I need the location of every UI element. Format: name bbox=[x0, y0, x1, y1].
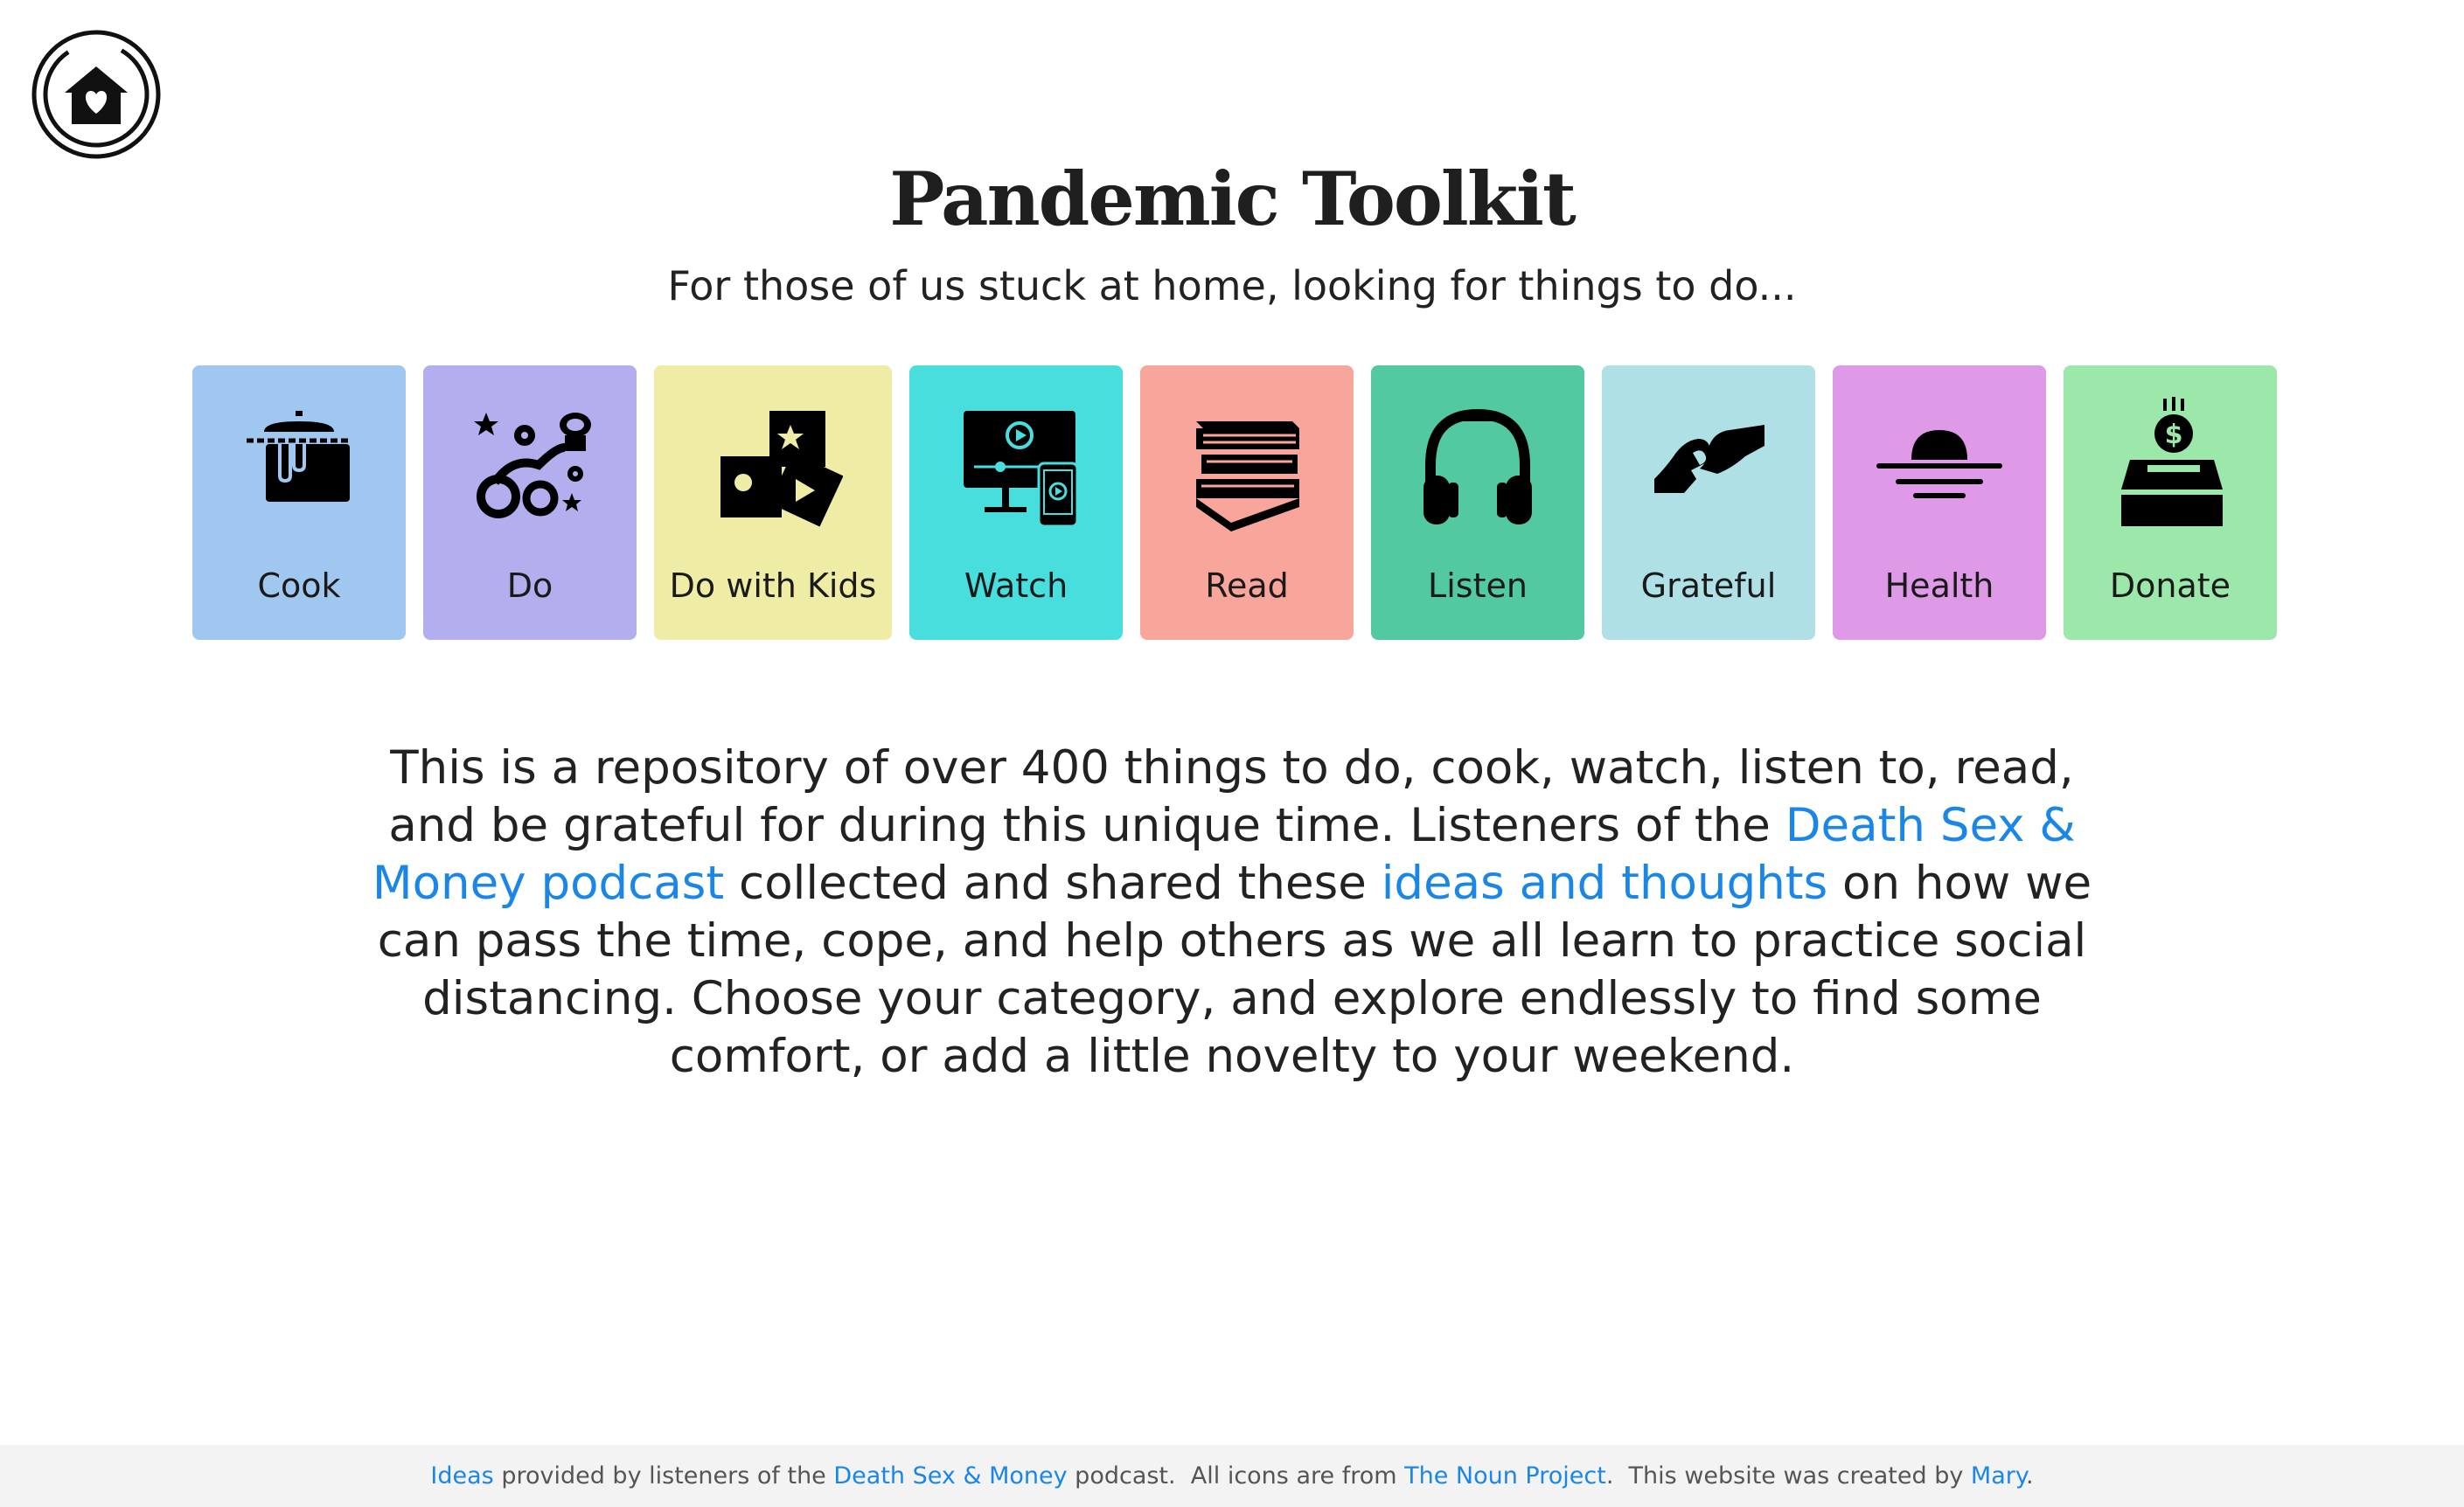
kids-blocks-icon bbox=[720, 411, 843, 527]
category-tile-health[interactable]: Health bbox=[1833, 365, 2046, 640]
donation-box-icon: $ bbox=[2121, 397, 2223, 526]
svg-text:$: $ bbox=[2165, 420, 2183, 450]
page: Pandemic Toolkit For those of us stuck a… bbox=[0, 0, 2464, 1507]
tile-label: Read bbox=[1205, 566, 1289, 605]
footer-noun-project-link[interactable]: The Noun Project bbox=[1404, 1462, 1606, 1490]
home-heart-icon[interactable] bbox=[30, 28, 163, 161]
category-tile-listen[interactable]: Listen bbox=[1371, 365, 1584, 640]
book-stack-icon bbox=[1196, 421, 1299, 531]
footer-text: provided by listeners of the bbox=[493, 1462, 834, 1490]
footer-ideas-link[interactable]: Ideas bbox=[430, 1462, 493, 1490]
activities-icon bbox=[474, 413, 591, 518]
footer-mary-link[interactable]: Mary bbox=[1971, 1462, 2026, 1490]
intro-paragraph: This is a repository of over 400 things … bbox=[367, 740, 2097, 1086]
tile-label: Listen bbox=[1428, 566, 1528, 605]
footer-text: . bbox=[2025, 1462, 2034, 1490]
tile-label: Grateful bbox=[1640, 566, 1777, 605]
tile-label: Cook bbox=[257, 566, 341, 605]
page-subtitle: For those of us stuck at home, looking f… bbox=[667, 262, 1797, 309]
headphones-icon bbox=[1423, 408, 1532, 524]
tile-label: Health bbox=[1884, 566, 1994, 605]
footer: Ideas provided by listeners of the Death… bbox=[0, 1445, 2464, 1507]
category-tile-do-with-kids[interactable]: Do with Kids bbox=[654, 365, 892, 640]
heart-hands-icon bbox=[1654, 425, 1764, 493]
ideas-and-thoughts-link[interactable]: ideas and thoughts bbox=[1382, 857, 1828, 910]
tile-label: Do with Kids bbox=[669, 566, 877, 605]
category-tile-watch[interactable]: Watch bbox=[909, 365, 1123, 640]
footer-text: . This website was created by bbox=[1605, 1462, 1971, 1490]
cooking-pot-icon bbox=[247, 411, 352, 502]
category-tile-cook[interactable]: Cook bbox=[192, 365, 406, 640]
category-tile-donate[interactable]: $ Donate bbox=[2064, 365, 2277, 640]
category-tile-do[interactable]: Do bbox=[423, 365, 637, 640]
category-tile-grateful[interactable]: Grateful bbox=[1602, 365, 1815, 640]
category-tile-read[interactable]: Read bbox=[1140, 365, 1354, 640]
tile-label: Watch bbox=[964, 566, 1068, 605]
page-title: Pandemic Toolkit bbox=[889, 156, 1577, 242]
tile-label: Donate bbox=[2109, 566, 2231, 605]
sunset-horizon-icon bbox=[1876, 430, 2002, 498]
video-screens-icon bbox=[964, 411, 1079, 528]
category-tiles: Cook Do Do with Kids Watch Read Listen G… bbox=[192, 365, 2277, 640]
footer-death-sex-money-link[interactable]: Death Sex & Money bbox=[833, 1462, 1067, 1490]
footer-text: podcast. All icons are from bbox=[1067, 1462, 1405, 1490]
tile-label: Do bbox=[506, 566, 553, 605]
intro-text: collected and shared these bbox=[724, 857, 1382, 910]
